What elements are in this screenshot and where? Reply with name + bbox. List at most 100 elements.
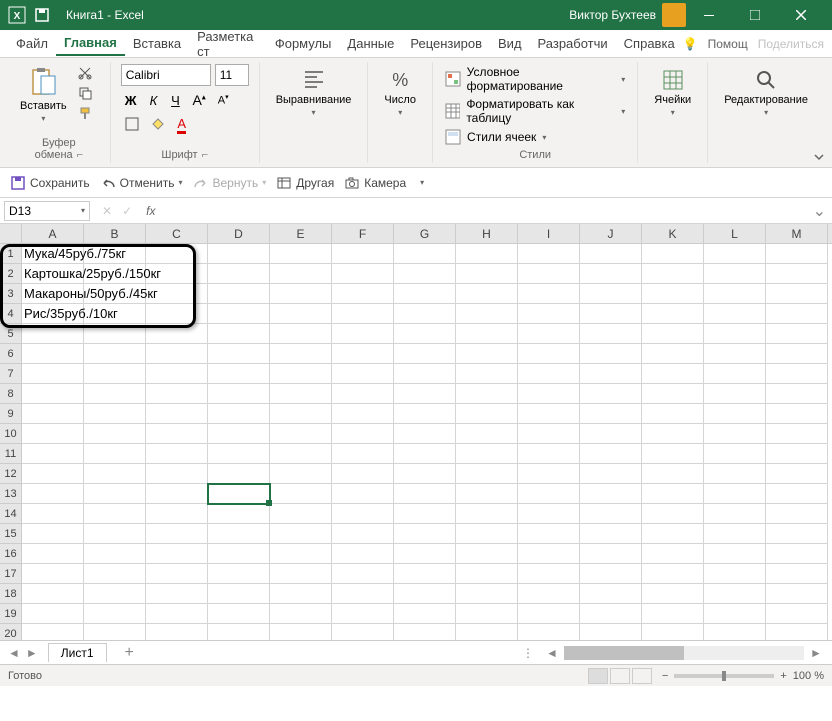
cell[interactable]	[766, 604, 828, 624]
cell[interactable]	[22, 444, 84, 464]
cell[interactable]	[704, 624, 766, 640]
cell[interactable]	[518, 444, 580, 464]
cell[interactable]	[394, 584, 456, 604]
cell[interactable]	[704, 564, 766, 584]
cell[interactable]	[456, 484, 518, 504]
cell[interactable]	[208, 404, 270, 424]
cell[interactable]	[518, 544, 580, 564]
cell[interactable]	[270, 584, 332, 604]
cell[interactable]	[642, 504, 704, 524]
name-box[interactable]: D13 ▾	[4, 201, 90, 221]
row-header[interactable]: 8	[0, 384, 22, 404]
qat-camera-button[interactable]: Камера	[344, 175, 406, 191]
cell[interactable]	[22, 344, 84, 364]
editing-button[interactable]: Редактирование ▾	[718, 64, 814, 121]
cell[interactable]	[394, 504, 456, 524]
cell[interactable]	[580, 424, 642, 444]
close-button[interactable]	[778, 0, 824, 30]
cell[interactable]	[270, 344, 332, 364]
underline-button[interactable]: Ч	[166, 91, 184, 110]
cell[interactable]	[208, 424, 270, 444]
tab-developer[interactable]: Разработчи	[530, 32, 616, 55]
cell[interactable]	[456, 404, 518, 424]
cell[interactable]	[766, 304, 828, 324]
cell[interactable]	[642, 244, 704, 264]
cell[interactable]	[456, 344, 518, 364]
formula-expand-icon[interactable]: ⌄	[807, 201, 832, 221]
cell[interactable]	[84, 504, 146, 524]
cell[interactable]	[84, 444, 146, 464]
cell[interactable]	[146, 324, 208, 344]
view-normal-button[interactable]	[588, 668, 608, 684]
cell[interactable]	[642, 464, 704, 484]
cell[interactable]	[642, 624, 704, 640]
cell[interactable]	[22, 324, 84, 344]
qat-save-button[interactable]: Сохранить	[10, 175, 90, 191]
cell[interactable]	[394, 324, 456, 344]
cell[interactable]	[84, 624, 146, 640]
number-format-button[interactable]: % Число ▾	[378, 64, 422, 121]
cell[interactable]	[394, 524, 456, 544]
cell[interactable]	[270, 244, 332, 264]
cell[interactable]: Макароны/50руб./45кг	[22, 284, 84, 304]
cell[interactable]	[580, 384, 642, 404]
cell[interactable]	[146, 244, 208, 264]
cell[interactable]	[766, 364, 828, 384]
cell[interactable]	[456, 524, 518, 544]
cell[interactable]	[332, 364, 394, 384]
maximize-button[interactable]	[732, 0, 778, 30]
conditional-formatting-button[interactable]: Условное форматирование ▾	[443, 64, 627, 94]
cell[interactable]	[766, 564, 828, 584]
cell[interactable]	[456, 244, 518, 264]
fx-button[interactable]: fx	[140, 204, 161, 218]
cell[interactable]	[580, 564, 642, 584]
cell[interactable]	[270, 464, 332, 484]
cell[interactable]	[84, 464, 146, 484]
cell[interactable]	[766, 444, 828, 464]
sheet-next-icon[interactable]: ►	[26, 646, 38, 660]
cell[interactable]	[208, 524, 270, 544]
cell[interactable]	[146, 404, 208, 424]
tab-insert[interactable]: Вставка	[125, 32, 189, 55]
cell[interactable]	[208, 504, 270, 524]
row-header[interactable]: 7	[0, 364, 22, 384]
cells-button[interactable]: Ячейки ▾	[648, 64, 697, 121]
cell[interactable]	[766, 344, 828, 364]
row-header[interactable]: 13	[0, 484, 22, 504]
row-header[interactable]: 16	[0, 544, 22, 564]
view-page-break-button[interactable]	[632, 668, 652, 684]
user-account[interactable]: Виктор Бухтеев	[569, 3, 686, 27]
cell[interactable]	[270, 624, 332, 640]
tab-home[interactable]: Главная	[56, 31, 125, 56]
cell[interactable]	[518, 244, 580, 264]
cell[interactable]	[642, 284, 704, 304]
border-button[interactable]	[121, 115, 143, 133]
cell[interactable]	[146, 564, 208, 584]
row-header[interactable]: 12	[0, 464, 22, 484]
cell[interactable]	[580, 444, 642, 464]
cell[interactable]	[456, 604, 518, 624]
cell[interactable]	[518, 624, 580, 640]
row-header[interactable]: 11	[0, 444, 22, 464]
cell[interactable]	[208, 324, 270, 344]
cell[interactable]	[642, 384, 704, 404]
cell[interactable]	[456, 544, 518, 564]
add-sheet-button[interactable]: +	[117, 644, 142, 662]
share-button[interactable]: Поделиться	[758, 37, 824, 51]
cell[interactable]	[22, 364, 84, 384]
tab-page-layout[interactable]: Разметка ст	[189, 25, 267, 63]
cell[interactable]	[270, 504, 332, 524]
cell[interactable]	[394, 344, 456, 364]
horizontal-scrollbar[interactable]: ◄ ►	[544, 646, 824, 660]
cell[interactable]	[208, 444, 270, 464]
cell[interactable]	[208, 364, 270, 384]
cell[interactable]	[22, 584, 84, 604]
row-header[interactable]: 17	[0, 564, 22, 584]
cell[interactable]	[642, 604, 704, 624]
cell[interactable]	[146, 524, 208, 544]
cell[interactable]	[456, 364, 518, 384]
cell[interactable]	[704, 284, 766, 304]
cell[interactable]	[146, 484, 208, 504]
cell[interactable]	[332, 264, 394, 284]
cell[interactable]	[394, 444, 456, 464]
